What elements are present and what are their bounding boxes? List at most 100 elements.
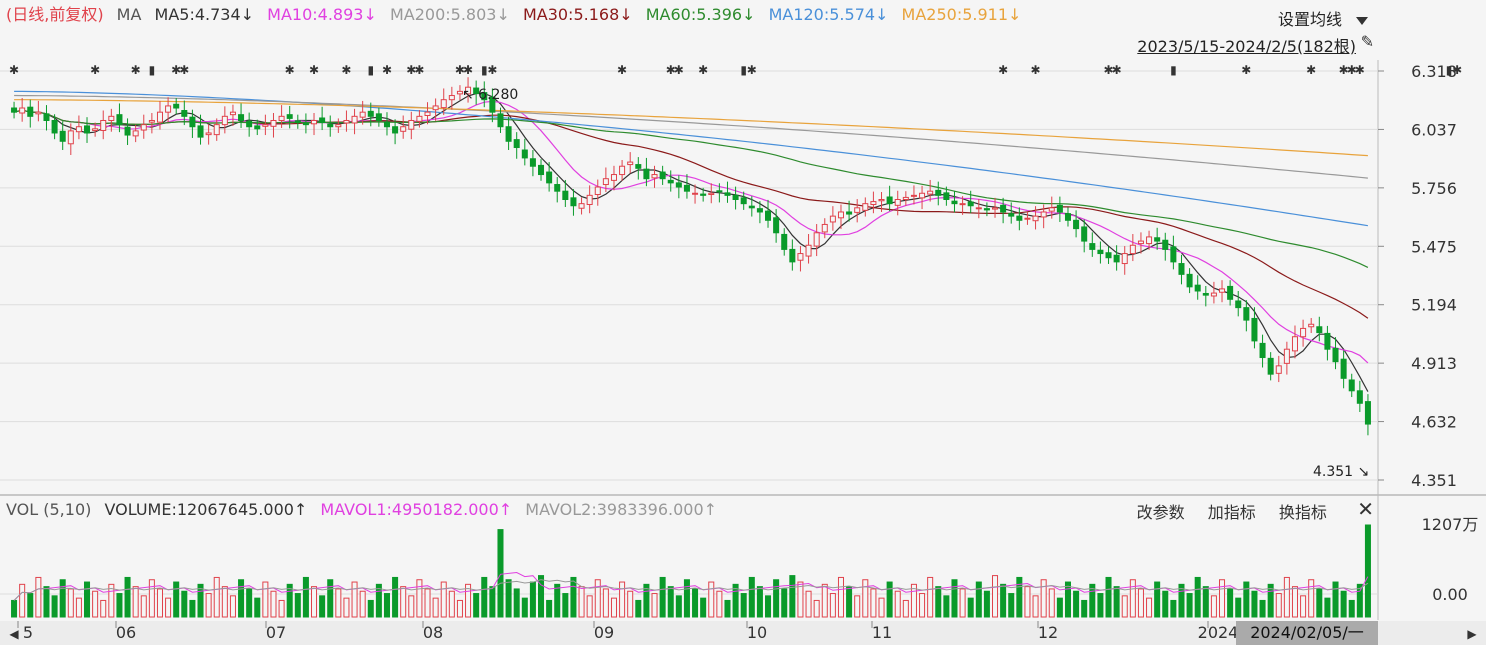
volume-bar bbox=[1162, 590, 1169, 618]
volume-bar bbox=[1024, 586, 1031, 618]
event-marker-icon: ✱ bbox=[674, 63, 684, 77]
candle-body bbox=[1356, 390, 1363, 404]
candle-body bbox=[602, 178, 609, 186]
candle-body bbox=[740, 197, 747, 205]
candle-body bbox=[367, 110, 374, 117]
volume-bar bbox=[1251, 590, 1258, 618]
volume-bar bbox=[927, 576, 934, 618]
volume-bar bbox=[829, 593, 836, 618]
volume-bar bbox=[521, 597, 528, 618]
candle-body bbox=[1348, 379, 1355, 392]
candle-body bbox=[886, 196, 893, 205]
event-marker-icon: ✱ bbox=[1241, 63, 1251, 77]
candle-body bbox=[789, 248, 796, 263]
volume-bar bbox=[84, 581, 91, 618]
volume-bar bbox=[116, 593, 123, 618]
volume-bar bbox=[432, 597, 439, 618]
event-marker-icon: ✱ bbox=[1355, 63, 1365, 77]
volume-bar bbox=[1235, 597, 1242, 618]
volume-bar bbox=[529, 581, 536, 618]
x-tick-label: 12 bbox=[1038, 623, 1058, 642]
candle-body bbox=[1000, 204, 1007, 213]
candle-body bbox=[343, 119, 350, 124]
candle-body bbox=[521, 149, 528, 159]
scroll-right-icon: ▶ bbox=[1467, 627, 1477, 641]
event-marker-icon: ✱ bbox=[617, 63, 627, 77]
candle-body bbox=[927, 190, 934, 195]
volume-bar bbox=[497, 529, 504, 618]
volume-bar bbox=[651, 593, 658, 618]
candle-body bbox=[1129, 244, 1136, 255]
price-tick-label: 4.632 bbox=[1411, 413, 1457, 432]
volume-bar bbox=[748, 576, 755, 618]
candle-body bbox=[383, 121, 390, 128]
volume-bar bbox=[562, 593, 569, 618]
close-icon[interactable]: ✕ bbox=[1357, 497, 1374, 521]
volume-bar bbox=[140, 595, 147, 618]
volume-bar bbox=[1081, 599, 1088, 618]
candle-body bbox=[1324, 332, 1331, 350]
candle-body bbox=[635, 164, 642, 169]
candle-body bbox=[773, 217, 780, 234]
candle-body bbox=[919, 192, 926, 199]
mavol2-value: MAVOL2:3983396.000↑ bbox=[525, 500, 718, 519]
candle-body bbox=[75, 126, 82, 133]
candle-body bbox=[1316, 326, 1323, 334]
volume-bar bbox=[821, 583, 828, 618]
candle-body bbox=[1178, 263, 1185, 275]
x-tick-label: 11 bbox=[872, 623, 892, 642]
volume-bar bbox=[156, 588, 163, 618]
event-marker-icon: ▮ bbox=[149, 63, 156, 77]
candle-body bbox=[221, 115, 228, 126]
event-marker-icon: ✱ bbox=[463, 63, 473, 77]
volume-bar bbox=[837, 576, 844, 618]
volume-bar bbox=[51, 595, 58, 618]
volume-bar bbox=[797, 581, 804, 618]
candle-body bbox=[319, 117, 326, 124]
candle-body bbox=[400, 126, 407, 132]
volume-bar bbox=[1097, 593, 1104, 618]
price-tick-label: 5.194 bbox=[1411, 296, 1457, 315]
volume-bar bbox=[1219, 579, 1226, 618]
candle-body bbox=[1340, 358, 1347, 379]
candle-body bbox=[505, 126, 512, 142]
candle-body bbox=[1048, 207, 1055, 212]
add-indicator-button[interactable]: 加指标 bbox=[1208, 503, 1256, 522]
candle-body bbox=[546, 171, 553, 184]
candle-body bbox=[610, 174, 617, 181]
candle-body bbox=[35, 111, 42, 115]
volume-bar bbox=[148, 579, 155, 618]
candle-body bbox=[627, 161, 634, 166]
candle-body bbox=[375, 113, 382, 121]
kline-chart: ✱ ✱ ✱ ▮ ✱✱ ✱ ✱ ✱ ▮ ✱ ✱✱ ✱✱ ▮ ✱ ✱ ✱✱ ✱ ▮ ✱ ✱ ✱ ✱✱ ▮ ✱ ✱ ✱✱✱ ▮ ✱ 6.31… bbox=[0, 60, 1486, 645]
candle-body bbox=[1056, 204, 1063, 213]
candle-body bbox=[262, 124, 269, 127]
candle-body bbox=[448, 95, 455, 101]
volume-bar bbox=[902, 599, 909, 618]
candle-body bbox=[967, 201, 974, 207]
candle-body bbox=[992, 207, 999, 210]
volume-tick-label: 0.00 bbox=[1432, 585, 1468, 604]
candle-body bbox=[935, 189, 942, 196]
volume-bar bbox=[846, 586, 853, 618]
candle-body bbox=[1308, 323, 1315, 328]
candle-body bbox=[278, 115, 285, 121]
candle-body bbox=[902, 196, 909, 201]
candle-body bbox=[529, 158, 536, 167]
candle-body bbox=[659, 171, 666, 180]
candle-body bbox=[570, 197, 577, 207]
candle-body bbox=[1170, 246, 1177, 263]
volume-bar bbox=[854, 595, 861, 618]
candle-body bbox=[424, 111, 431, 116]
volume-bar bbox=[1291, 586, 1298, 618]
volume-bar bbox=[246, 588, 253, 618]
volume-bar bbox=[327, 579, 334, 618]
volume-bar bbox=[862, 579, 869, 618]
volume-tools: 改参数 加指标 换指标 bbox=[1119, 499, 1372, 523]
candle-body bbox=[1024, 217, 1031, 220]
price-tick-label: 6.318 bbox=[1411, 62, 1457, 81]
high-label: ↖ 6.280 bbox=[462, 87, 518, 103]
modify-params-button[interactable]: 改参数 bbox=[1137, 503, 1185, 522]
switch-indicator-button[interactable]: 换指标 bbox=[1279, 503, 1327, 522]
volume-bar bbox=[213, 576, 220, 618]
